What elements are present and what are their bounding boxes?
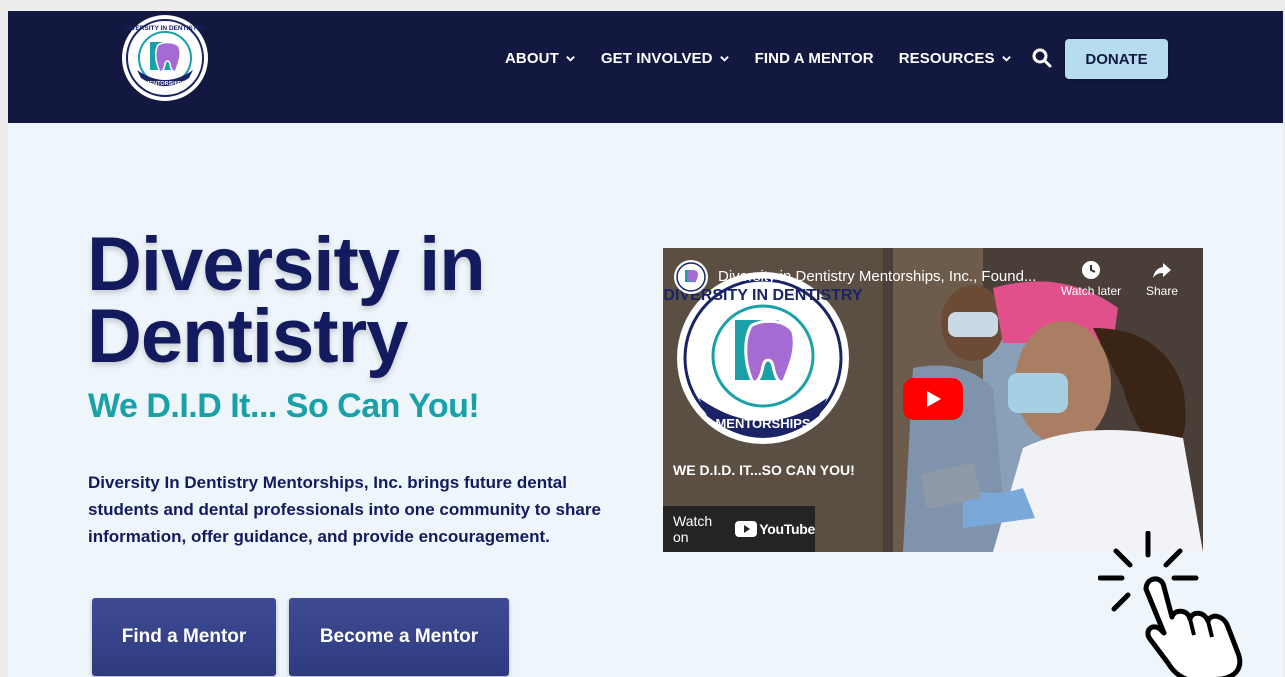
page-title: Diversity in Dentistry [87, 222, 486, 379]
nav-find-a-mentor-label: FIND A MENTOR [754, 49, 874, 67]
chevron-down-icon [566, 55, 575, 62]
play-icon [927, 391, 941, 407]
become-a-mentor-button[interactable]: Become a Mentor [289, 598, 509, 676]
clock-icon [1082, 261, 1100, 279]
watch-later-button[interactable]: Watch later [1056, 260, 1126, 298]
site-logo[interactable]: DIVERSITY IN DENTISTRY MENTORSHIPS [121, 14, 209, 102]
chevron-down-icon [1001, 55, 1011, 62]
nav-resources[interactable]: RESOURCES [899, 50, 1012, 67]
share-arrow-icon [1153, 263, 1171, 278]
youtube-video-embed[interactable]: DIVERSITY IN DENTISTRY MENTORSHIPS Diver… [663, 248, 1203, 552]
nav-get-involved[interactable]: GET INVOLVED [601, 50, 730, 67]
title-line-2: Dentistry [87, 294, 408, 379]
page: DIVERSITY IN DENTISTRY MENTORSHIPS ABOUT… [8, 11, 1283, 677]
title-line-1: Diversity in [87, 222, 486, 307]
channel-avatar[interactable] [673, 259, 709, 295]
youtube-play-logo-icon [735, 521, 758, 537]
play-button[interactable] [903, 378, 963, 420]
pointing-hand-click-icon [1098, 531, 1243, 677]
tagline: We D.I.D It... So Can You! [88, 387, 480, 425]
youtube-logo: YouTube [735, 521, 815, 537]
nav-about[interactable]: ABOUT [505, 50, 576, 67]
watch-on-youtube-button[interactable]: Watch on YouTube [663, 506, 815, 552]
search-icon[interactable] [1032, 48, 1052, 68]
site-header: DIVERSITY IN DENTISTRY MENTORSHIPS ABOUT… [8, 11, 1283, 123]
video-title[interactable]: Diversity in Dentistry Mentorships, Inc.… [718, 268, 1058, 285]
watch-later-label: Watch later [1060, 284, 1122, 298]
hero-description: Diversity In Dentistry Mentorships, Inc.… [88, 473, 601, 546]
share-button[interactable]: Share [1127, 260, 1197, 298]
youtube-wordmark: YouTube [759, 521, 815, 537]
donate-button[interactable]: DONATE [1065, 39, 1168, 79]
find-a-mentor-button[interactable]: Find a Mentor [92, 598, 276, 676]
chevron-down-icon [719, 55, 729, 62]
nav-find-a-mentor[interactable]: FIND A MENTOR [755, 50, 874, 67]
watch-on-label: Watch on [673, 513, 713, 545]
nav-resources-label: RESOURCES [898, 49, 995, 67]
main-nav: ABOUT GET INVOLVED FIND A MENTOR RESOURC… [505, 48, 1052, 68]
nav-get-involved-label: GET INVOLVED [600, 49, 713, 67]
logo-ring-text: DIVERSITY IN DENTISTRY [125, 25, 207, 32]
nav-about-label: ABOUT [505, 49, 559, 67]
video-logo-bottom-text: MENTORSHIPS [715, 416, 810, 431]
logo-bottom-text: MENTORSHIPS [145, 81, 186, 87]
video-overlay-text: WE D.I.D. IT...SO CAN YOU! [673, 462, 855, 478]
share-label: Share [1145, 284, 1179, 298]
